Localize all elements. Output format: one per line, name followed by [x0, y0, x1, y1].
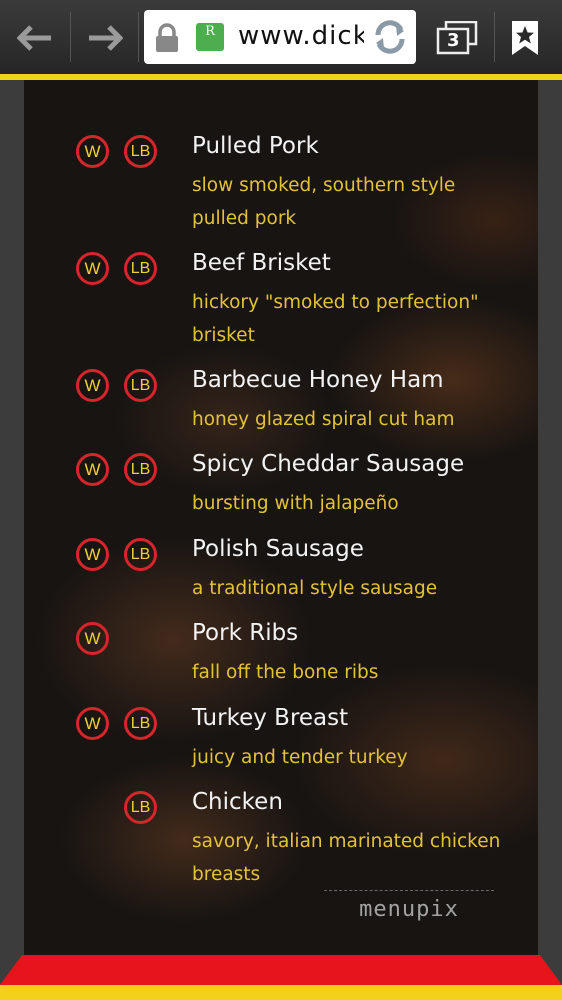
item-description: savory, italian marinated chicken breast… [192, 831, 501, 885]
pound-badge: LB [124, 707, 157, 740]
footer-yellow-bar [0, 985, 562, 1000]
whole-badge: W [76, 622, 109, 655]
pound-badge: LB [124, 791, 157, 824]
favicon-letter: R [205, 24, 215, 39]
page-content: W LB Pulled Pork slow smoked, southern s… [0, 80, 562, 1000]
pound-badge: LB [124, 135, 157, 168]
lock-icon [154, 23, 180, 57]
whole-badge: W [76, 538, 109, 571]
address-bar[interactable]: R www.dicke [144, 10, 416, 64]
item-name: Pork Ribs [192, 620, 299, 646]
item-description: bursting with jalapeño [192, 493, 399, 514]
pound-badge: LB [124, 538, 157, 571]
arrow-right-icon [89, 25, 123, 51]
toolbar-divider [494, 12, 495, 62]
bookmark-button[interactable] [500, 10, 550, 66]
item-name: Polish Sausage [192, 536, 364, 562]
item-name: Chicken [192, 789, 283, 815]
site-favicon: R [196, 23, 224, 51]
item-name: Turkey Breast [192, 705, 349, 731]
item-name: Barbecue Honey Ham [192, 367, 444, 393]
footer-red-bar [0, 955, 562, 985]
whole-badge: W [76, 135, 109, 168]
back-button[interactable] [10, 10, 60, 66]
whole-badge: W [76, 369, 109, 402]
forward-button[interactable] [80, 10, 130, 66]
tabs-button[interactable]: 3 [432, 10, 482, 66]
item-name: Pulled Pork [192, 133, 319, 159]
tab-count: 3 [447, 30, 460, 51]
menupix-watermark: menupix [324, 890, 494, 939]
bookmark-star-icon [512, 21, 538, 55]
arrow-left-icon [17, 25, 51, 51]
pound-badge: LB [124, 252, 157, 285]
pound-badge: LB [124, 369, 157, 402]
browser-toolbar: R www.dicke 3 [0, 0, 562, 80]
item-description: juicy and tender turkey [192, 747, 408, 768]
reload-button[interactable] [364, 10, 416, 64]
menu-panel: W LB Pulled Pork slow smoked, southern s… [24, 80, 538, 955]
whole-badge: W [76, 707, 109, 740]
item-description: a traditional style sausage [192, 578, 438, 599]
item-description: fall off the bone ribs [192, 662, 379, 683]
toolbar-divider [70, 12, 71, 62]
item-name: Spicy Cheddar Sausage [192, 451, 465, 477]
whole-badge: W [76, 252, 109, 285]
item-description: hickory "smoked to perfection" brisket [192, 292, 479, 346]
pound-badge: LB [124, 453, 157, 486]
item-description: honey glazed spiral cut ham [192, 409, 455, 430]
whole-badge: W [76, 453, 109, 486]
url-text[interactable]: www.dicke [238, 21, 385, 51]
item-name: Beef Brisket [192, 250, 331, 276]
reload-icon [375, 20, 405, 54]
item-description: slow smoked, southern style pulled pork [192, 175, 456, 229]
toolbar-divider [138, 12, 139, 62]
